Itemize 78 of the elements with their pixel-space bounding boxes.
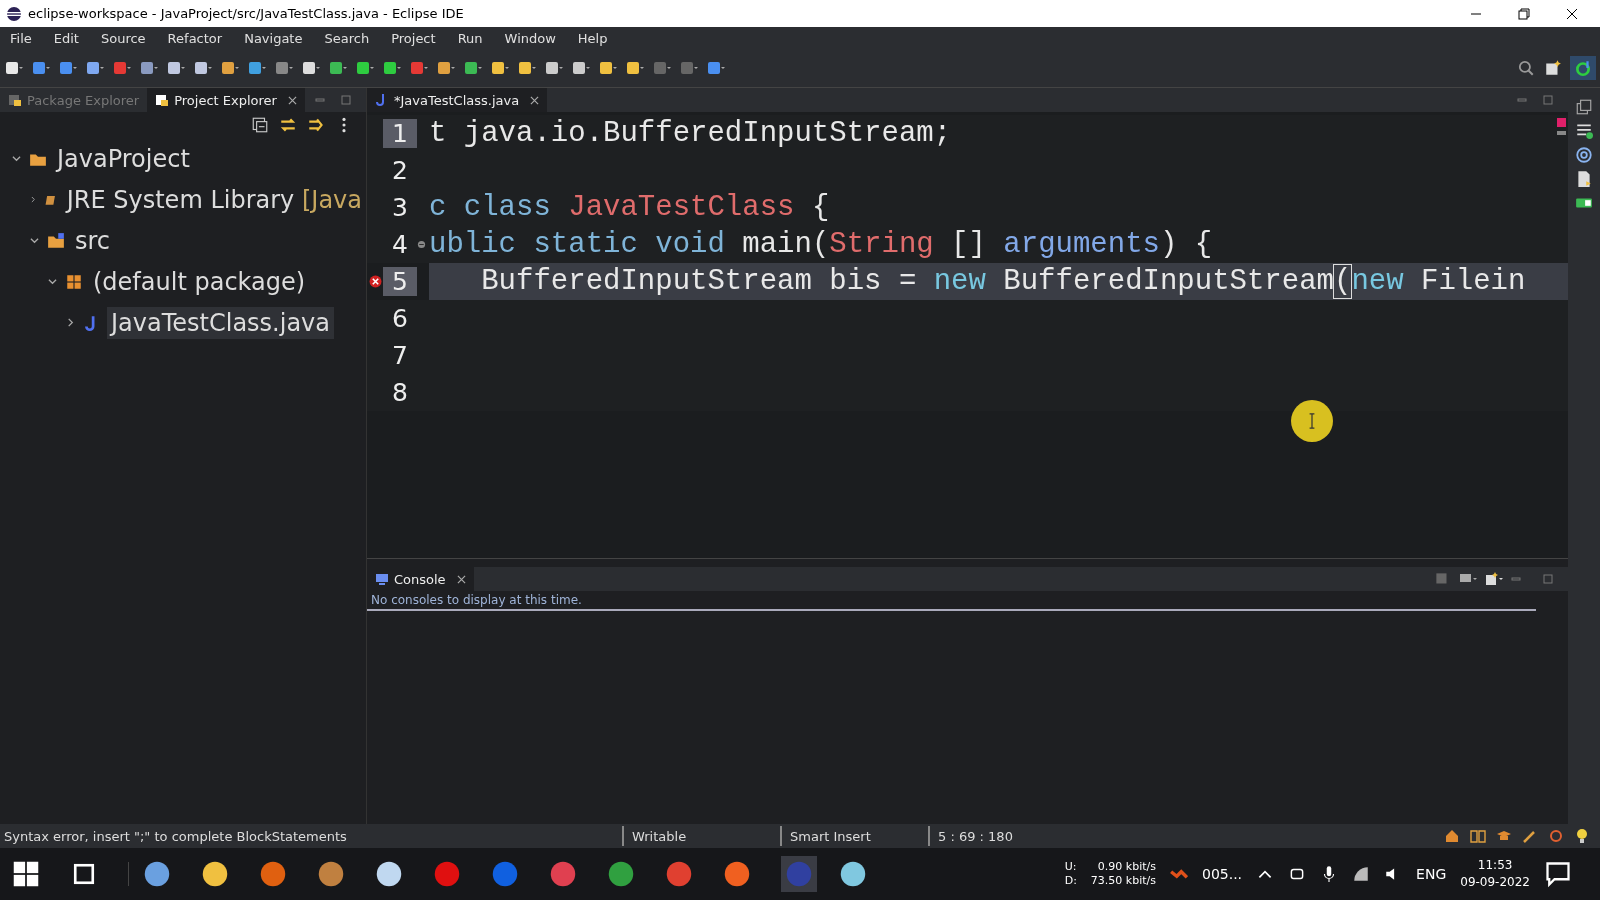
java-perspective-icon[interactable]	[1570, 56, 1596, 80]
panel-tab[interactable]: Project Explorer	[147, 88, 305, 112]
package-icon	[65, 272, 83, 291]
code-line: ublic static void main(String [] arguments) {	[429, 228, 1214, 261]
upload-speed: 0.90 kbit/s	[1097, 860, 1156, 874]
home-icon[interactable]	[1444, 828, 1460, 844]
language-indicator[interactable]: ENG	[1416, 866, 1447, 882]
tray-count[interactable]: 005...	[1202, 866, 1243, 882]
line-number: 4	[391, 230, 409, 259]
close-icon[interactable]	[456, 574, 466, 584]
windows-start-icon[interactable]	[12, 860, 40, 888]
eclipse-icon[interactable]	[781, 856, 817, 892]
menu-item[interactable]: Refactor	[161, 30, 232, 46]
code-line: t java.io.BufferedInputStream;	[429, 117, 953, 150]
line-number: 7	[391, 341, 409, 370]
overview-marker	[1557, 131, 1566, 135]
cursor-position: 5 : 69 : 180	[928, 826, 1078, 846]
download-speed: 73.50 kbit/s	[1090, 874, 1156, 888]
menu-item[interactable]: Source	[94, 30, 155, 46]
wand-icon[interactable]	[1522, 828, 1538, 844]
task-list-icon[interactable]	[1574, 122, 1594, 140]
write-mode: Writable	[622, 826, 780, 846]
link-editor-icon[interactable]	[278, 116, 298, 134]
editor-tab[interactable]: *JavaTestClass.java	[367, 88, 548, 112]
menu-item[interactable]: Edit	[47, 30, 88, 46]
menu-item[interactable]: Project	[385, 30, 445, 46]
chevron-icon[interactable]	[66, 318, 75, 327]
close-icon[interactable]	[287, 95, 297, 105]
close-icon[interactable]	[1566, 7, 1578, 20]
menu-item[interactable]: Navigate	[238, 30, 312, 46]
line-number: 6	[391, 304, 409, 333]
console-message: No consoles to display at this time.	[367, 591, 1536, 611]
menu-item[interactable]: Search	[318, 30, 379, 46]
restore-icon[interactable]	[1518, 7, 1530, 20]
wifi-icon[interactable]	[1352, 865, 1371, 883]
text-cursor-icon	[1308, 412, 1316, 430]
status-message: Syntax error, insert ";" to complete BlockStatements	[3, 828, 348, 844]
eclipse-icon	[6, 5, 22, 22]
line-number: 2	[391, 156, 409, 185]
perspective-icon[interactable]	[1543, 59, 1563, 77]
chevron-icon[interactable]	[12, 154, 21, 163]
error-icon	[368, 275, 382, 288]
collapse-all-icon[interactable]	[250, 116, 270, 134]
error-marker	[1557, 118, 1566, 127]
tree-item[interactable]: JavaProject	[53, 142, 194, 175]
tree-item[interactable]: src	[71, 224, 115, 257]
restore-icon[interactable]	[1574, 98, 1594, 116]
fold-icon[interactable]	[417, 240, 426, 249]
tree-item[interactable]: JavaTestClass.java	[107, 306, 334, 339]
new-console-icon[interactable]	[1484, 570, 1504, 588]
lightbulb-icon[interactable]	[1574, 828, 1590, 844]
line-number: 1	[383, 119, 417, 148]
line-number: 5	[383, 267, 417, 296]
download-label: D:	[1064, 874, 1077, 888]
console-tab[interactable]: Console	[367, 567, 474, 591]
menu-item[interactable]: File	[4, 30, 41, 46]
code-line: BufferedInputStream bis = new BufferedInputStream(new Filein	[480, 265, 1527, 298]
menu-item[interactable]: Window	[498, 30, 565, 46]
line-number: 8	[391, 378, 409, 407]
insert-mode: Smart Insert	[780, 826, 928, 846]
notification-icon[interactable]	[1544, 860, 1572, 888]
clock[interactable]: 11:53 09-09-2022	[1460, 857, 1530, 891]
tree-item[interactable]: JRE System Library [Java	[62, 183, 366, 216]
menu-item[interactable]: Run	[451, 30, 492, 46]
filter-icon[interactable]	[306, 116, 326, 134]
window-title: eclipse-workspace - JavaProject/src/JavaTestClass.java - Eclipse IDE	[28, 6, 465, 21]
chevron-icon[interactable]	[48, 277, 57, 286]
tree-item[interactable]: (default package)	[89, 265, 310, 298]
close-icon[interactable]	[530, 95, 540, 105]
chevron-icon[interactable]	[30, 195, 37, 204]
menu-item[interactable]: Help	[571, 30, 617, 46]
at-sign-icon[interactable]	[1574, 146, 1594, 164]
monitor-icon	[375, 572, 389, 586]
code-line: c class JavaTestClass {	[429, 191, 831, 224]
upload-label: U:	[1064, 860, 1077, 874]
chevron-icon[interactable]	[30, 236, 39, 245]
line-number: 3	[391, 193, 409, 222]
book-icon[interactable]	[1470, 828, 1486, 844]
